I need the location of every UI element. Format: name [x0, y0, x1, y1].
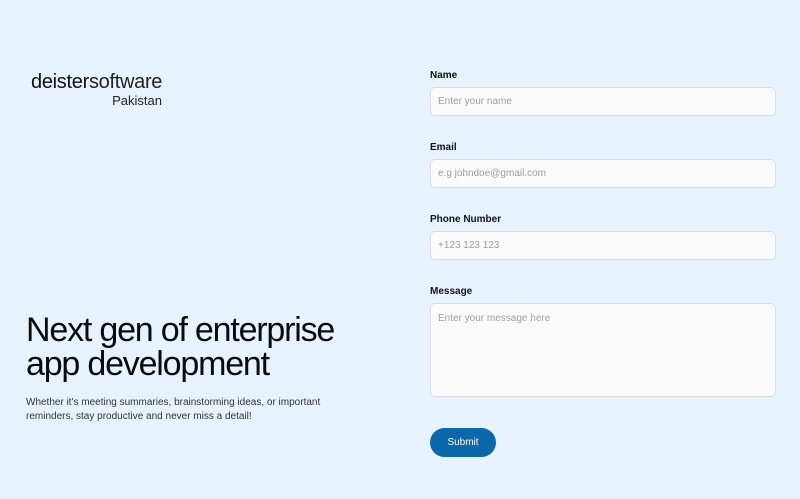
submit-button[interactable]: Submit	[430, 428, 496, 457]
phone-label: Phone Number	[430, 214, 502, 225]
name-input[interactable]	[430, 87, 776, 116]
hero-headline: Next gen of enterprise app development	[26, 311, 335, 383]
email-label: Email	[430, 142, 457, 153]
brand-region: Pakistan	[112, 93, 162, 108]
brand-logo: deistersoftware Pakistan	[31, 70, 162, 109]
message-textarea[interactable]	[430, 303, 776, 397]
name-label: Name	[430, 70, 458, 81]
brand-wordmark: deistersoftware	[31, 70, 162, 94]
phone-input[interactable]	[430, 231, 776, 260]
brand-name-light: software	[88, 71, 163, 93]
email-input[interactable]	[430, 159, 776, 188]
message-label: Message	[430, 286, 473, 297]
hero-tagline: Whether it's meeting summaries, brainsto…	[26, 397, 321, 422]
brand-name-bold: deister	[31, 71, 89, 93]
contact-form: Name Email Phone Number Message Submit	[430, 70, 776, 457]
